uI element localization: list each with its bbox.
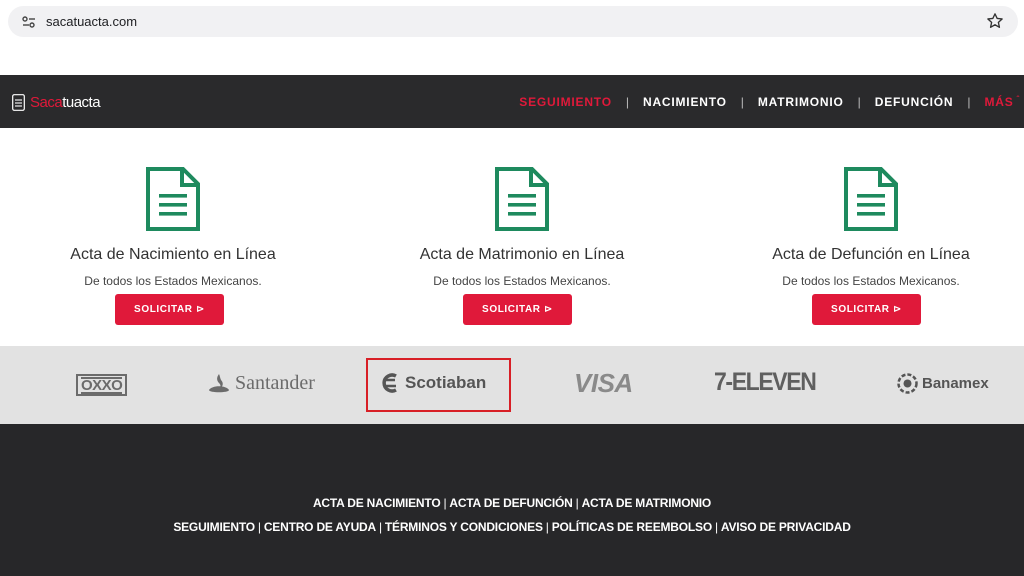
site-settings-icon[interactable] xyxy=(12,6,46,37)
nav-matrimonio[interactable]: MATRIMONIO xyxy=(758,95,844,109)
footer-separator: | xyxy=(257,520,261,534)
product-cards: Acta de Nacimiento en Línea De todos los… xyxy=(0,128,1024,346)
site-footer: ACTA DE NACIMIENTO | ACTA DE DEFUNCIÓN | ACT… xyxy=(0,424,1024,576)
footer-separator: | xyxy=(443,496,447,510)
footer-link-acta-matrimonio[interactable]: ACTA DE MATRIMONIO xyxy=(582,496,712,510)
nav-mas[interactable]: MÁS ˆ xyxy=(984,95,1020,109)
payment-methods-strip: OXXO Santander Scotiaban VISA 7-ELEVEN B… xyxy=(0,346,1024,424)
footer-separator: | xyxy=(378,520,382,534)
url-text[interactable]: sacatuacta.com xyxy=(46,14,137,29)
logo-text-saca: Saca xyxy=(30,93,63,111)
solicitar-button[interactable]: SOLICITAR ⊳ xyxy=(812,294,921,325)
card-title: Acta de Defunción en Línea xyxy=(772,246,970,263)
nav-separator: | xyxy=(740,94,744,109)
nav-separator: | xyxy=(967,94,971,109)
site-logo[interactable]: Saca tu acta xyxy=(12,92,101,112)
footer-link-privacidad[interactable]: AVISO DE PRIVACIDAD xyxy=(721,520,851,534)
logo-text-tu: tu xyxy=(62,93,74,111)
santander-text: Santander xyxy=(235,372,315,394)
browser-toolbar: sacatuacta.com xyxy=(0,0,1024,44)
footer-link-acta-defuncion[interactable]: ACTA DE DEFUNCIÓN xyxy=(449,496,572,510)
address-bar[interactable]: sacatuacta.com xyxy=(8,6,1018,37)
seven-eleven-logo: 7-ELEVEN xyxy=(714,368,824,397)
banamex-text: Banamex xyxy=(922,375,989,392)
nav-separator: | xyxy=(857,94,861,109)
oxxo-logo: OXXO xyxy=(76,374,128,396)
footer-row-info: SEGUIMIENTO | CENTRO DE AYUDA | TÉRMINOS Y C… xyxy=(0,520,1024,534)
nav-separator: | xyxy=(625,94,629,109)
santander-flame-icon xyxy=(209,373,229,392)
chevron-up-icon: ˆ xyxy=(1016,94,1020,104)
highlight-box xyxy=(366,358,511,412)
footer-row-actas: ACTA DE NACIMIENTO | ACTA DE DEFUNCIÓN | ACT… xyxy=(0,496,1024,510)
banamex-logo: Banamex xyxy=(897,373,989,394)
card-subtitle: De todos los Estados Mexicanos. xyxy=(84,274,262,288)
card-subtitle: De todos los Estados Mexicanos. xyxy=(782,274,960,288)
footer-separator: | xyxy=(545,520,549,534)
nav-menu: SEGUIMIENTO | NACIMIENTO | MATRIMONIO | … xyxy=(519,75,1024,128)
nav-defuncion[interactable]: DEFUNCIÓN xyxy=(875,95,954,109)
footer-link-reembolso[interactable]: POLÍTICAS DE REEMBOLSO xyxy=(552,520,712,534)
card-subtitle: De todos los Estados Mexicanos. xyxy=(433,274,611,288)
oxxo-text: OXXO xyxy=(81,376,123,394)
site-header: Saca tu acta SEGUIMIENTO | NACIMIENTO | … xyxy=(0,75,1024,128)
footer-separator: | xyxy=(575,496,579,510)
card-title: Acta de Nacimiento en Línea xyxy=(70,246,276,263)
footer-link-seguimiento[interactable]: SEGUIMIENTO xyxy=(173,520,255,534)
seven-eleven-text: 7-ELEVEN xyxy=(714,368,817,396)
solicitar-button[interactable]: SOLICITAR ⊳ xyxy=(463,294,572,325)
document-icon xyxy=(844,167,898,231)
bookmark-star-icon[interactable] xyxy=(986,12,1004,30)
visa-text: VISA xyxy=(574,368,633,398)
visa-logo: VISA xyxy=(574,368,633,399)
banamex-emblem-icon xyxy=(897,373,918,394)
logo-document-icon xyxy=(12,93,25,111)
document-icon xyxy=(146,167,200,231)
footer-link-centro-ayuda[interactable]: CENTRO DE AYUDA xyxy=(264,520,376,534)
nav-nacimiento[interactable]: NACIMIENTO xyxy=(643,95,727,109)
nav-seguimiento[interactable]: SEGUIMIENTO xyxy=(519,95,612,109)
solicitar-button[interactable]: SOLICITAR ⊳ xyxy=(115,294,224,325)
logo-text-acta: acta xyxy=(73,93,101,111)
footer-separator: | xyxy=(714,520,718,534)
footer-link-acta-nacimiento[interactable]: ACTA DE NACIMIENTO xyxy=(313,496,441,510)
card-title: Acta de Matrimonio en Línea xyxy=(419,246,625,263)
footer-link-terminos[interactable]: TÉRMINOS Y CONDICIONES xyxy=(385,520,543,534)
santander-logo: Santander xyxy=(207,372,315,395)
document-icon xyxy=(495,167,549,231)
